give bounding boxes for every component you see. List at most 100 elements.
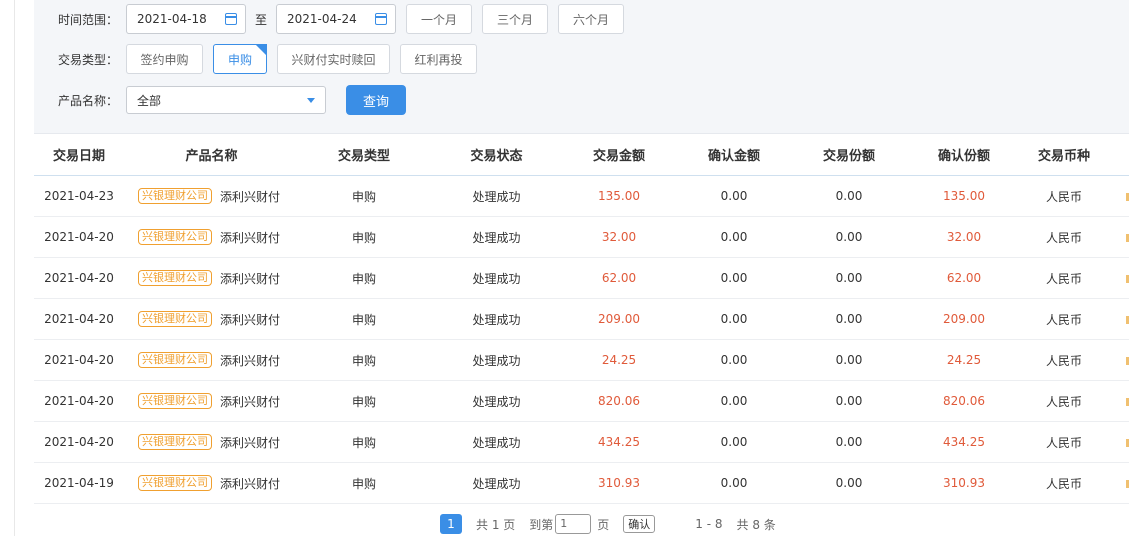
type-signed-purchase-button[interactable]: 签约申购 xyxy=(126,44,203,74)
calendar-icon xyxy=(225,13,237,25)
row-confirm-shares: 135.00 xyxy=(943,189,985,203)
row-trade-type: 申购 xyxy=(351,189,376,204)
header-trade-status: 交易状态 xyxy=(470,149,523,164)
row-trade-shares: 0.00 xyxy=(835,312,863,326)
filter-panel: 时间范围： 2021-04-18 至 2021-04-24 一个月 三个月 六个… xyxy=(34,0,1129,134)
row-currency: 人民币 xyxy=(1045,230,1082,245)
row-confirm-amount: 0.00 xyxy=(720,230,748,244)
row-currency: 人民币 xyxy=(1045,189,1082,204)
range-one-month-button[interactable]: 一个月 xyxy=(406,4,472,34)
end-date-input[interactable]: 2021-04-24 xyxy=(276,4,396,34)
issuer-tag: 兴银理财公司 xyxy=(138,188,212,204)
row-trade-status: 处理成功 xyxy=(472,353,521,368)
row-trade-status: 处理成功 xyxy=(472,230,521,245)
table-header: 交易日期 产品名称 交易类型 交易状态 交易金额 确认金额 交易份额 确认份额 … xyxy=(34,134,1129,176)
range-three-months-button[interactable]: 三个月 xyxy=(482,4,548,34)
row-confirm-amount: 0.00 xyxy=(720,394,748,408)
row-product-name: 兴银理财公司 添利兴财付 xyxy=(124,270,299,287)
query-button[interactable]: 查询 xyxy=(346,85,406,115)
goto-page-input[interactable]: 1 xyxy=(555,514,592,534)
goto-suffix: 页 xyxy=(597,517,610,532)
table-body: 2021-04-23 兴银理财公司 添利兴财付 申购 处理成功 135.00 0.00 0.0… xyxy=(34,176,1129,504)
table-row[interactable]: 2021-04-20 兴银理财公司 添利兴财付 申购 处理成功 32.00 0.00 0.00… xyxy=(34,217,1129,258)
row-confirm-amount: 0.00 xyxy=(720,435,748,449)
issuer-tag: 兴银理财公司 xyxy=(138,434,212,450)
row-trade-type: 申购 xyxy=(351,435,376,450)
row-trade-status: 处理成功 xyxy=(472,271,521,286)
row-confirm-amount: 0.00 xyxy=(720,189,748,203)
header-trade-date: 交易日期 xyxy=(52,149,105,164)
row-trade-shares: 0.00 xyxy=(835,189,863,203)
row-currency: 人民币 xyxy=(1045,394,1082,409)
issuer-tag: 兴银理财公司 xyxy=(138,475,212,491)
row-confirm-shares: 32.00 xyxy=(946,230,982,244)
record-range: 1 - 8 xyxy=(695,517,723,531)
row-confirm-shares: 209.00 xyxy=(943,312,985,326)
chevron-down-icon xyxy=(307,97,315,103)
table-row[interactable]: 2021-04-23 兴银理财公司 添利兴财付 申购 处理成功 135.00 0.00 0.0… xyxy=(34,176,1129,217)
row-trade-shares: 0.00 xyxy=(835,476,863,490)
goto-prefix: 到第 xyxy=(529,517,554,532)
row-trade-status: 处理成功 xyxy=(472,189,521,204)
header-trade-amount: 交易金额 xyxy=(592,149,645,164)
row-trade-date: 2021-04-20 xyxy=(44,353,114,367)
selected-check-icon xyxy=(255,44,267,56)
row-currency: 人民币 xyxy=(1045,435,1082,450)
row-currency: 人民币 xyxy=(1045,353,1082,368)
range-six-months-button[interactable]: 六个月 xyxy=(558,4,624,34)
row-confirm-amount: 0.00 xyxy=(720,476,748,490)
page-1-button[interactable]: 1 xyxy=(440,514,462,534)
header-currency: 交易币种 xyxy=(1037,149,1090,164)
row-product-name: 兴银理财公司 添利兴财付 xyxy=(124,352,299,369)
row-product-name: 兴银理财公司 添利兴财付 xyxy=(124,311,299,328)
issuer-tag: 兴银理财公司 xyxy=(138,229,212,245)
goto-confirm-button[interactable]: 确认 xyxy=(623,515,656,533)
row-trade-amount: 209.00 xyxy=(598,312,640,326)
product-name-text: 添利兴财付 xyxy=(220,189,281,204)
table-row[interactable]: 2021-04-20 兴银理财公司 添利兴财付 申购 处理成功 434.25 0.00 0.0… xyxy=(34,422,1129,463)
type-dividend-reinvest-button[interactable]: 红利再投 xyxy=(400,44,477,74)
end-date-value: 2021-04-24 xyxy=(287,12,357,26)
calendar-icon xyxy=(375,13,387,25)
row-trade-shares: 0.00 xyxy=(835,435,863,449)
start-date-value: 2021-04-18 xyxy=(137,12,207,26)
product-name-text: 添利兴财付 xyxy=(220,353,281,368)
header-trade-shares: 交易份额 xyxy=(822,149,875,164)
header-product-name: 产品名称 xyxy=(185,149,238,164)
table-row[interactable]: 2021-04-19 兴银理财公司 添利兴财付 申购 处理成功 310.93 0.00 0.0… xyxy=(34,463,1129,504)
row-currency: 人民币 xyxy=(1045,312,1082,327)
row-confirm-amount: 0.00 xyxy=(720,271,748,285)
row-trade-type: 申购 xyxy=(351,312,376,327)
row-product-name: 兴银理财公司 添利兴财付 xyxy=(124,229,299,246)
table-row[interactable]: 2021-04-20 兴银理财公司 添利兴财付 申购 处理成功 820.06 0.00 0.0… xyxy=(34,381,1129,422)
product-name-text: 添利兴财付 xyxy=(220,271,281,286)
row-trade-date: 2021-04-20 xyxy=(44,230,114,244)
product-select[interactable]: 全部 xyxy=(126,86,326,114)
row-trade-amount: 310.93 xyxy=(598,476,640,490)
row-trade-date: 2021-04-20 xyxy=(44,435,114,449)
row-trade-type: 申购 xyxy=(351,230,376,245)
product-name-text: 添利兴财付 xyxy=(220,476,281,491)
row-trade-date: 2021-04-19 xyxy=(44,476,114,490)
row-trade-date: 2021-04-20 xyxy=(44,394,114,408)
start-date-input[interactable]: 2021-04-18 xyxy=(126,4,246,34)
row-trade-shares: 0.00 xyxy=(835,394,863,408)
product-name-text: 添利兴财付 xyxy=(220,435,281,450)
row-product-name: 兴银理财公司 添利兴财付 xyxy=(124,434,299,451)
row-trade-shares: 0.00 xyxy=(835,230,863,244)
header-trade-type: 交易类型 xyxy=(337,149,390,164)
type-instant-redeem-button[interactable]: 兴财付实时赎回 xyxy=(277,44,390,74)
row-trade-shares: 0.00 xyxy=(835,271,863,285)
row-trade-amount: 434.25 xyxy=(598,435,640,449)
type-purchase-button[interactable]: 申购 xyxy=(213,44,267,74)
record-total: 共 8 条 xyxy=(736,517,776,532)
table-row[interactable]: 2021-04-20 兴银理财公司 添利兴财付 申购 处理成功 62.00 0.00 0.00… xyxy=(34,258,1129,299)
row-product-name: 兴银理财公司 添利兴财付 xyxy=(124,475,299,492)
table-row[interactable]: 2021-04-20 兴银理财公司 添利兴财付 申购 处理成功 209.00 0.00 0.0… xyxy=(34,299,1129,340)
table-row[interactable]: 2021-04-20 兴银理财公司 添利兴财付 申购 处理成功 24.25 0.00 0.00… xyxy=(34,340,1129,381)
row-confirm-amount: 0.00 xyxy=(720,312,748,326)
row-trade-type: 申购 xyxy=(351,394,376,409)
product-name-text: 添利兴财付 xyxy=(220,312,281,327)
pagination: 1 共 1 页 到第 1 页 确认 1 - 8 共 8 条 xyxy=(440,514,776,534)
row-trade-shares: 0.00 xyxy=(835,353,863,367)
